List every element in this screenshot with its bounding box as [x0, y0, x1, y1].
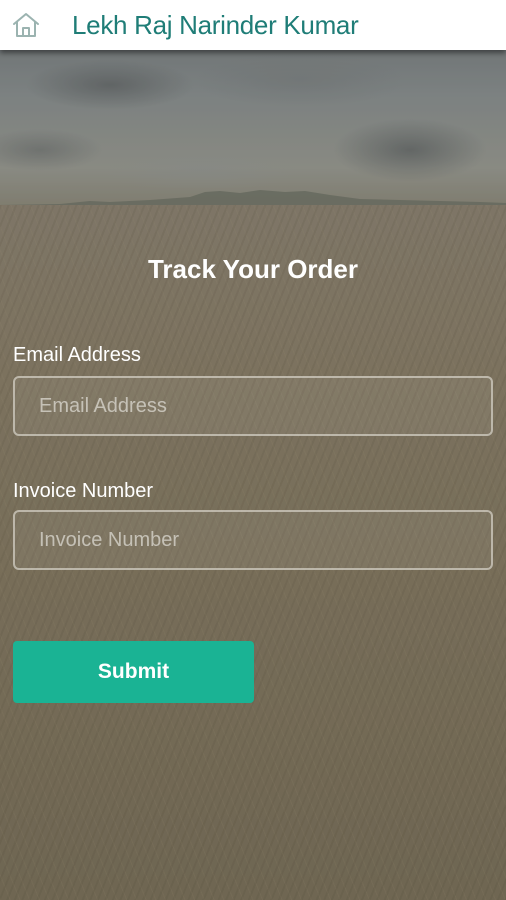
submit-button[interactable]: Submit: [13, 641, 254, 703]
invoice-label: Invoice Number: [13, 480, 154, 502]
background-image: [0, 0, 506, 900]
app-title: Lekh Raj Narinder Kumar: [72, 10, 359, 40]
home-icon[interactable]: [11, 11, 41, 39]
app-bar: Lekh Raj Narinder Kumar: [0, 0, 506, 50]
background-overlay: [0, 0, 506, 900]
email-label: Email Address: [13, 344, 141, 366]
email-field[interactable]: [13, 376, 493, 436]
invoice-number-field[interactable]: [13, 510, 493, 570]
page-title: Track Your Order: [147, 254, 359, 284]
